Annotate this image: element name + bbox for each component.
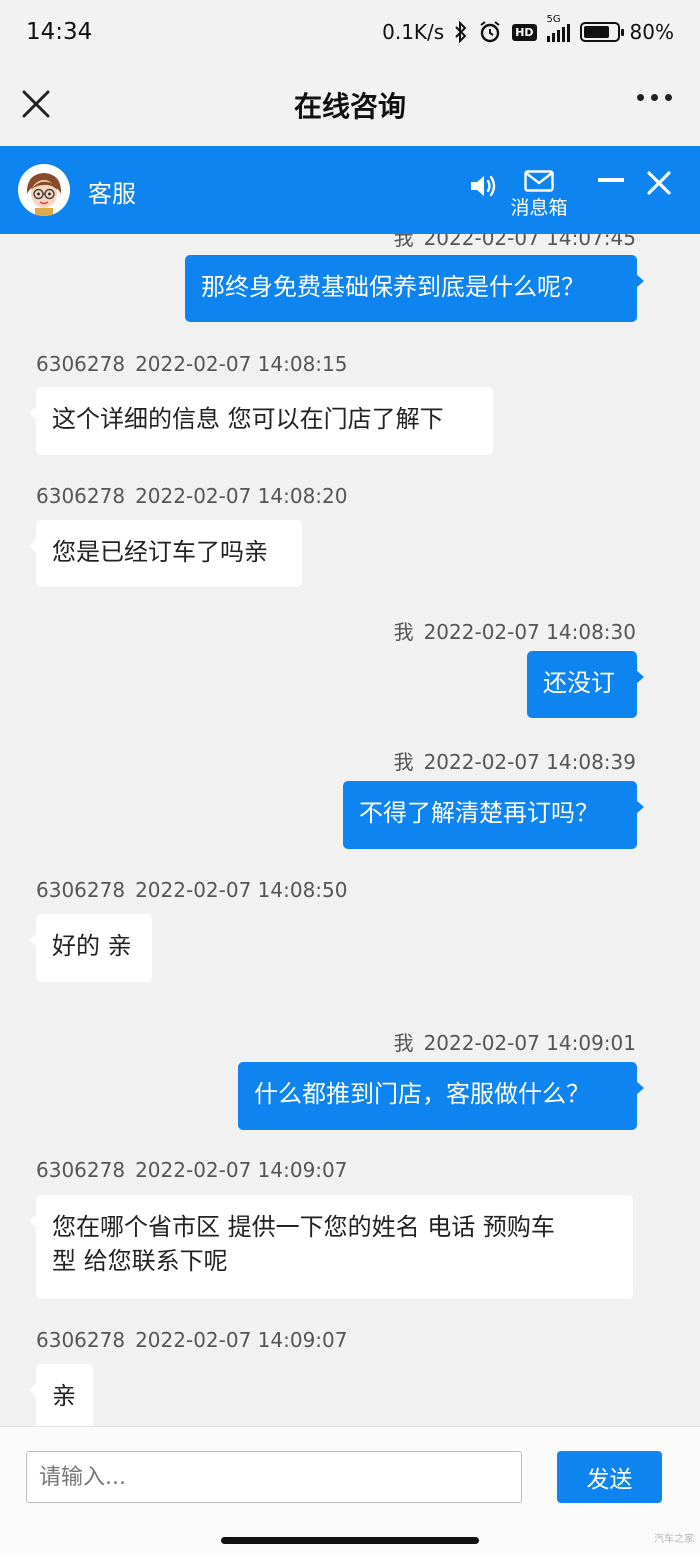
title-bar: 在线咨询 (0, 64, 700, 146)
message-sender: 6306278 (36, 484, 126, 508)
message-meta: 6306278 2022-02-07 14:09:07 (36, 1158, 348, 1182)
incoming-message-bubble[interactable]: 亲 (29, 1364, 93, 1426)
agent-name: 客服 (88, 180, 136, 208)
message-meta: 6306278 2022-02-07 14:08:50 (36, 878, 348, 902)
message-sender: 我 (393, 750, 414, 774)
agent-avatar (18, 164, 70, 216)
message-sender: 6306278 (36, 1328, 126, 1352)
send-button[interactable]: 发送 (557, 1451, 662, 1503)
home-indicator-bar: 汽车之家 (0, 1526, 700, 1555)
message-meta: 我 2022-02-07 14:08:30 (394, 616, 636, 645)
message-list[interactable]: 我 2022-02-07 14:07:45 那终身免费基础保养到底是什么呢？ 63… (0, 234, 700, 1426)
hd-badge: HD (512, 23, 537, 41)
watermark: 汽车之家 (654, 1534, 694, 1545)
minimize-icon[interactable] (598, 178, 624, 182)
incoming-message-bubble[interactable]: 您是已经订车了吗亲 (29, 520, 302, 587)
status-time: 14:34 (26, 19, 93, 45)
message-text-line: 您在哪个省市区 提供一下您的姓名 电话 预购车 (52, 1213, 555, 1241)
message-meta: 我 2022-02-07 14:09:01 (394, 1027, 636, 1056)
home-indicator[interactable] (221, 1537, 479, 1544)
chat-header: 客服 消息箱 (0, 146, 700, 234)
incoming-message-bubble[interactable]: 您在哪个省市区 提供一下您的姓名 电话 预购车 型 给您联系下呢 (29, 1195, 633, 1299)
message-time: 2022-02-07 14:08:50 (135, 878, 348, 902)
battery-fill (583, 26, 610, 38)
message-time: 2022-02-07 14:08:39 (423, 750, 636, 774)
inbox-button[interactable]: 消息箱 (504, 170, 574, 220)
more-menu-icon[interactable] (637, 94, 672, 101)
message-meta: 6306278 2022-02-07 14:08:15 (36, 352, 348, 376)
close-chat-icon[interactable] (646, 170, 672, 196)
message-time: 2022-02-07 14:09:07 (135, 1158, 348, 1182)
message-time: 2022-02-07 14:08:20 (135, 484, 348, 508)
signal-icon: 5G (546, 14, 570, 42)
message-sender: 6306278 (36, 352, 126, 376)
status-bar: 14:34 0.1K/s HD 5G 80% (0, 0, 700, 64)
incoming-message-bubble[interactable]: 这个详细的信息 您可以在门店了解下 (29, 387, 493, 455)
bluetooth-icon (455, 21, 467, 43)
outgoing-message-bubble[interactable]: 还没订 (527, 651, 644, 718)
inbox-label: 消息箱 (510, 197, 568, 219)
incoming-message-bubble[interactable]: 好的 亲 (29, 914, 152, 982)
message-time: 2022-02-07 14:09:01 (423, 1031, 636, 1055)
message-sender: 我 (393, 1031, 414, 1055)
message-meta: 6306278 2022-02-07 14:08:20 (36, 484, 348, 508)
message-input[interactable] (26, 1451, 522, 1503)
outgoing-message-bubble[interactable]: 什么都推到门店，客服做什么？ (238, 1062, 644, 1130)
message-time: 2022-02-07 14:08:15 (135, 352, 348, 376)
input-bar: 发送 (0, 1426, 700, 1526)
alarm-icon (480, 21, 500, 43)
battery-percent: 80% (629, 20, 674, 44)
speaker-icon[interactable] (468, 172, 498, 200)
network-speed: 0.1K/s (382, 20, 445, 44)
message-time: 2022-02-07 14:09:07 (135, 1328, 348, 1352)
outgoing-message-bubble[interactable]: 那终身免费基础保养到底是什么呢？ (185, 255, 644, 322)
message-time: 2022-02-07 14:08:30 (423, 620, 636, 644)
mail-icon (524, 170, 554, 192)
status-icons: 0.1K/s HD 5G 80% (382, 14, 674, 44)
message-text-line: 型 给您联系下呢 (52, 1247, 228, 1275)
message-sender: 我 (393, 620, 414, 644)
battery-icon (579, 22, 624, 42)
message-meta: 我 2022-02-07 14:07:45 (394, 234, 636, 251)
network-type: 5G (546, 14, 561, 25)
message-sender: 我 (393, 234, 414, 250)
message-time: 2022-02-07 14:07:45 (423, 234, 636, 250)
outgoing-message-bubble[interactable]: 不得了解清楚再订吗？ (343, 781, 644, 849)
message-sender: 6306278 (36, 1158, 126, 1182)
page-title: 在线咨询 (293, 90, 406, 123)
message-sender: 6306278 (36, 878, 126, 902)
close-icon[interactable] (20, 88, 52, 120)
message-meta: 我 2022-02-07 14:08:39 (394, 746, 636, 775)
message-meta: 6306278 2022-02-07 14:09:07 (36, 1328, 348, 1352)
